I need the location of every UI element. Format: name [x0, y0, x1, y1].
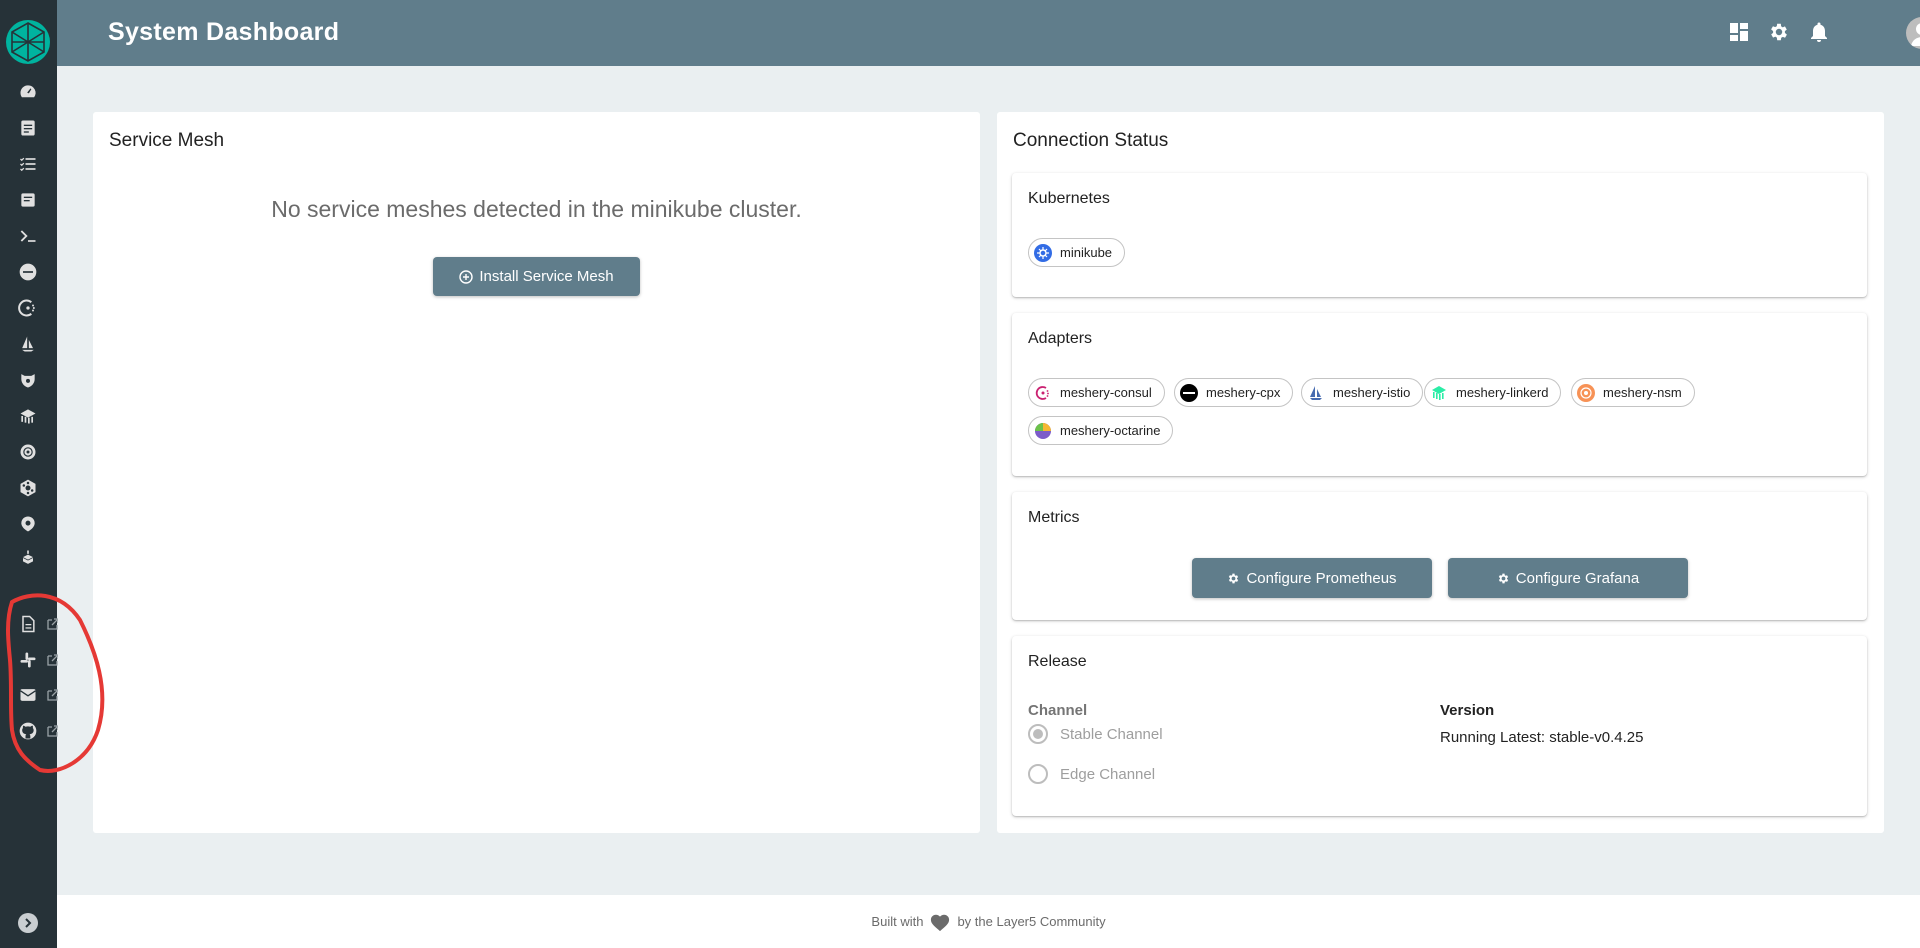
- channel-label: Channel: [1028, 702, 1088, 719]
- conformance-icon[interactable]: [16, 152, 40, 176]
- istio-icon[interactable]: [16, 332, 40, 356]
- adapter-chip-octarine[interactable]: meshery-octarine: [1028, 416, 1174, 445]
- terminal-icon[interactable]: [16, 224, 40, 248]
- results-icon[interactable]: [16, 188, 40, 212]
- chip-label: meshery-cpx: [1206, 385, 1281, 400]
- citrix-icon: [1180, 383, 1198, 402]
- connection-status-title: Connection Status: [1013, 130, 1169, 151]
- istio-icon: [1307, 384, 1325, 402]
- external-link-icon: [46, 688, 58, 702]
- empty-state-message: No service meshes detected in the miniku…: [271, 196, 802, 222]
- edge-channel-radio[interactable]: Edge Channel: [1028, 764, 1155, 784]
- adapters-card: Adapters meshery-consul meshery-cpx mesh…: [1012, 313, 1867, 476]
- add-circle-icon: [459, 269, 474, 284]
- chip-label: meshery-consul: [1060, 385, 1152, 400]
- configure-prometheus-button[interactable]: Configure Prometheus: [1192, 558, 1432, 598]
- kubernetes-chip-minikube[interactable]: minikube: [1028, 238, 1126, 267]
- performance-icon[interactable]: [16, 116, 40, 140]
- octarine-icon[interactable]: [16, 476, 40, 500]
- kuma-icon[interactable]: [16, 368, 40, 392]
- kubernetes-icon: [1034, 243, 1052, 262]
- chip-label: meshery-nsm: [1603, 385, 1682, 400]
- chip-label: meshery-linkerd: [1456, 385, 1549, 400]
- chip-label: minikube: [1060, 245, 1113, 260]
- install-service-mesh-label: Install Service Mesh: [479, 268, 614, 285]
- configure-prometheus-label: Configure Prometheus: [1246, 569, 1397, 587]
- adapter-chip-nsm[interactable]: meshery-nsm: [1571, 378, 1695, 407]
- heart-icon: [931, 914, 950, 931]
- gear-icon: [1498, 573, 1508, 583]
- service-mesh-title: Service Mesh: [109, 130, 225, 151]
- version-value: Running Latest: stable-v0.4.25: [1440, 729, 1644, 746]
- linkerd-icon[interactable]: [16, 404, 40, 428]
- release-title: Release: [1028, 653, 1087, 670]
- collapse-sidebar-button[interactable]: [18, 913, 38, 933]
- adapter-chip-consul[interactable]: meshery-consul: [1028, 378, 1165, 407]
- dashboard-icon[interactable]: [1727, 20, 1751, 44]
- consul-icon: [1034, 384, 1052, 402]
- metrics-card: Metrics Configure Prometheus Configure G…: [1012, 492, 1867, 620]
- nsm-icon[interactable]: [16, 440, 40, 464]
- app-header: System Dashboard: [57, 0, 1920, 66]
- external-link-icon: [46, 653, 58, 667]
- footer-suffix: by the Layer5 Community: [957, 914, 1106, 929]
- account-icon: [1911, 23, 1920, 46]
- citrix-icon[interactable]: [16, 260, 40, 284]
- edge-channel-label: Edge Channel: [1060, 765, 1156, 783]
- slack-icon[interactable]: [16, 648, 40, 672]
- meshery-logo[interactable]: [6, 20, 50, 64]
- github-icon[interactable]: [16, 719, 40, 743]
- mail-icon[interactable]: [16, 683, 40, 707]
- gear-icon[interactable]: [1767, 20, 1791, 44]
- traefik-icon[interactable]: [16, 512, 40, 536]
- gear-icon: [1229, 573, 1239, 583]
- footer: Built with by the Layer5 Community: [57, 895, 1920, 948]
- sidebar: [0, 0, 58, 948]
- stable-channel-label: Stable Channel: [1060, 725, 1163, 743]
- adapter-chip-istio[interactable]: meshery-istio: [1301, 378, 1424, 407]
- octarine-icon: [1034, 422, 1052, 440]
- account-avatar[interactable]: [1906, 17, 1920, 49]
- adapters-title: Adapters: [1028, 330, 1093, 347]
- cube-icon[interactable]: [16, 546, 40, 570]
- service-mesh-panel: Service Mesh No service meshes detected …: [93, 112, 980, 833]
- kubernetes-title: Kubernetes: [1028, 190, 1110, 207]
- nsm-icon: [1577, 383, 1595, 402]
- stable-channel-radio[interactable]: Stable Channel: [1028, 724, 1163, 744]
- adapter-chip-linkerd[interactable]: meshery-linkerd: [1424, 378, 1562, 407]
- linkerd-icon: [1430, 384, 1448, 402]
- kubernetes-card: Kubernetes minikube: [1012, 173, 1867, 297]
- install-service-mesh-button[interactable]: Install Service Mesh: [433, 257, 640, 296]
- version-label: Version: [1440, 702, 1495, 719]
- configure-grafana-button[interactable]: Configure Grafana: [1448, 558, 1688, 598]
- external-link-icon: [46, 724, 58, 738]
- connection-status-panel: Connection Status Kubernetes minikube Ad…: [997, 112, 1884, 833]
- configure-grafana-label: Configure Grafana: [1515, 569, 1640, 587]
- docs-icon[interactable]: [16, 612, 40, 636]
- footer-prefix: Built with: [871, 914, 924, 929]
- adapter-chip-cpx[interactable]: meshery-cpx: [1174, 378, 1294, 407]
- chip-label: meshery-istio: [1333, 385, 1411, 400]
- metrics-title: Metrics: [1028, 509, 1080, 526]
- chip-label: meshery-octarine: [1060, 423, 1161, 438]
- dashboard-icon[interactable]: [16, 80, 40, 104]
- release-card: Release Channel Stable Channel Edge Chan…: [1012, 636, 1867, 816]
- radio-checked-icon: [1028, 724, 1048, 744]
- bell-icon[interactable]: [1807, 20, 1831, 44]
- consul-icon[interactable]: [16, 296, 40, 320]
- external-link-icon: [46, 617, 58, 631]
- page-title: System Dashboard: [108, 18, 340, 46]
- chevron-right-icon: [25, 918, 32, 928]
- radio-unchecked-icon: [1028, 764, 1048, 784]
